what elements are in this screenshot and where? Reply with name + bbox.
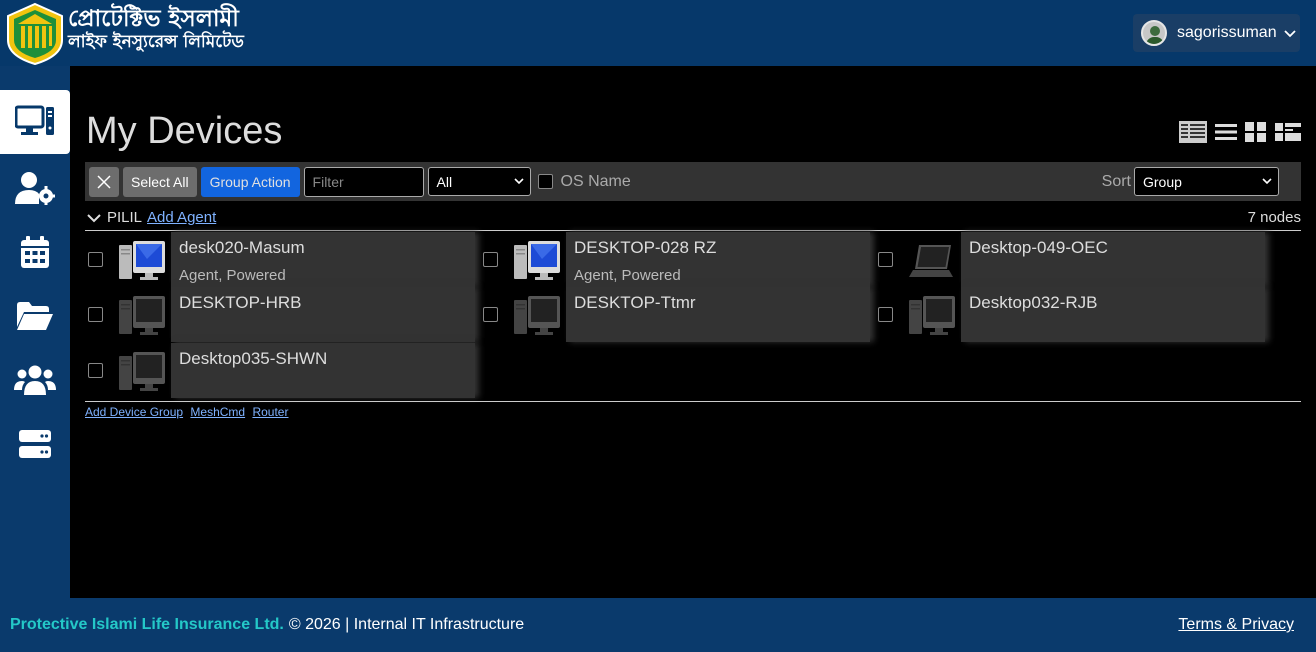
device-name[interactable]: DESKTOP-028 RZ xyxy=(574,238,862,258)
chevron-down-icon xyxy=(1283,26,1296,41)
footer-company: Protective Islami Life Insurance Ltd. xyxy=(10,616,284,633)
device-name[interactable]: DESKTOP-Ttmr xyxy=(574,293,862,313)
add-device-group-link[interactable]: Add Device Group xyxy=(85,405,183,419)
list-view-icon[interactable] xyxy=(1214,120,1238,144)
device-checkbox[interactable] xyxy=(483,252,498,267)
clear-selection-button[interactable] xyxy=(89,166,119,197)
desktop-icon xyxy=(508,287,566,342)
user-menu-button[interactable]: sagorissuman xyxy=(1133,14,1300,52)
sidebar-item-devices[interactable] xyxy=(0,90,70,154)
sidebar xyxy=(0,66,70,598)
desktop-icon xyxy=(113,232,171,287)
sort-value: Group xyxy=(1143,173,1182,190)
laptop-icon xyxy=(903,232,961,287)
node-count: 7 nodes xyxy=(1247,209,1301,226)
device-info[interactable]: DESKTOP-Ttmr xyxy=(566,287,870,342)
device-name[interactable]: Desktop035-SHWN xyxy=(179,349,467,369)
device-card[interactable]: DESKTOP-028 RZ Agent, Powered xyxy=(480,232,870,287)
sort-label: Sort xyxy=(1101,172,1131,190)
device-info[interactable]: Desktop-049-OEC xyxy=(961,232,1265,287)
tile-view-icon[interactable] xyxy=(1274,120,1302,144)
device-name[interactable]: DESKTOP-HRB xyxy=(179,293,467,313)
filter-input[interactable] xyxy=(303,166,424,197)
bottom-links: Add Device Group MeshCmd Router xyxy=(85,405,292,419)
user-gear-icon xyxy=(15,172,55,205)
device-info[interactable]: Desktop035-SHWN xyxy=(171,343,475,398)
sidebar-item-user-settings[interactable] xyxy=(0,156,70,220)
device-status: Agent, Powered xyxy=(179,267,286,284)
brand-line1: প্রোটেক্টিভ ইসলামী xyxy=(68,6,239,32)
filter-type-value: All xyxy=(436,173,453,190)
close-icon xyxy=(97,174,111,189)
desktop-icon xyxy=(113,287,171,342)
device-card[interactable]: Desktop032-RJB xyxy=(875,287,1265,342)
detail-view-icon[interactable] xyxy=(1178,120,1208,144)
server-icon xyxy=(19,430,51,458)
device-info[interactable]: DESKTOP-028 RZ Agent, Powered xyxy=(566,232,870,287)
top-header: প্রোটেক্টিভ ইসলামী লাইফ ইনস্যুরেন্স লিমি… xyxy=(0,0,1316,66)
router-link[interactable]: Router xyxy=(252,405,288,419)
device-checkbox[interactable] xyxy=(88,307,103,322)
os-name-checkbox[interactable] xyxy=(537,174,553,189)
sort-select[interactable]: Group xyxy=(1134,167,1279,196)
device-name[interactable]: desk020-Masum xyxy=(179,238,467,258)
device-card[interactable]: DESKTOP-HRB xyxy=(85,287,475,342)
sidebar-item-users[interactable] xyxy=(0,348,70,412)
select-all-button[interactable]: Select All xyxy=(123,166,197,197)
brand-line2: লাইফ ইনস্যুরেন্স লিমিটেড xyxy=(68,32,244,52)
users-icon xyxy=(14,365,56,395)
chevron-down-icon[interactable] xyxy=(87,213,101,223)
group-action-button[interactable]: Group Action xyxy=(200,166,300,197)
desktop-icon xyxy=(508,232,566,287)
device-checkbox[interactable] xyxy=(88,252,103,267)
group-name: PILIL xyxy=(107,209,143,226)
device-checkbox[interactable] xyxy=(483,307,498,322)
device-name[interactable]: Desktop032-RJB xyxy=(969,293,1257,313)
sidebar-item-servers[interactable] xyxy=(0,412,70,476)
divider xyxy=(85,401,1301,402)
sidebar-item-calendar[interactable] xyxy=(0,220,70,284)
footer: Protective Islami Life Insurance Ltd. © … xyxy=(0,598,1316,652)
device-card[interactable]: desk020-Masum Agent, Powered xyxy=(85,232,475,287)
os-name-label: OS Name xyxy=(560,172,631,190)
filter-type-select[interactable]: All xyxy=(427,167,531,196)
view-mode-switcher xyxy=(1178,120,1302,144)
meshcmd-link[interactable]: MeshCmd xyxy=(190,405,245,419)
device-info[interactable]: Desktop032-RJB xyxy=(961,287,1265,342)
device-card[interactable]: DESKTOP-Ttmr xyxy=(480,287,870,342)
grid-view-icon[interactable] xyxy=(1244,120,1268,144)
desktop-icon xyxy=(903,287,961,342)
sidebar-item-files[interactable] xyxy=(0,284,70,348)
device-checkbox[interactable] xyxy=(878,252,893,267)
device-toolbar: Select All Group Action All OS Name Sort… xyxy=(85,162,1301,201)
device-group-header: PILIL Add Agent 7 nodes xyxy=(85,206,1301,231)
device-info[interactable]: desk020-Masum Agent, Powered xyxy=(171,232,475,287)
device-card[interactable]: Desktop-049-OEC xyxy=(875,232,1265,287)
brand-name: প্রোটেক্টিভ ইসলামী লাইফ ইনস্যুরেন্স লিমি… xyxy=(68,6,244,52)
calendar-icon xyxy=(21,236,49,268)
company-logo-icon xyxy=(7,2,63,66)
main-content: My Devices Select All Group Action Filte… xyxy=(70,66,1316,598)
avatar xyxy=(1141,20,1167,46)
add-agent-link[interactable]: Add Agent xyxy=(147,209,216,226)
device-checkbox[interactable] xyxy=(88,363,103,378)
footer-copyright: © 2026 | Internal IT Infrastructure xyxy=(288,616,525,633)
computer-icon xyxy=(15,105,54,135)
chevron-down-icon xyxy=(513,178,524,185)
page-title: My Devices xyxy=(86,110,283,152)
chevron-down-icon xyxy=(1262,178,1272,185)
desktop-icon xyxy=(113,343,171,398)
device-status: Agent, Powered xyxy=(574,267,681,284)
terms-privacy-link[interactable]: Terms & Privacy xyxy=(1178,616,1294,634)
username: sagorissuman xyxy=(1177,24,1277,41)
device-info[interactable]: DESKTOP-HRB xyxy=(171,287,475,342)
device-name[interactable]: Desktop-049-OEC xyxy=(969,238,1257,258)
folder-open-icon xyxy=(17,302,53,330)
device-checkbox[interactable] xyxy=(878,307,893,322)
device-card[interactable]: Desktop035-SHWN xyxy=(85,343,475,398)
